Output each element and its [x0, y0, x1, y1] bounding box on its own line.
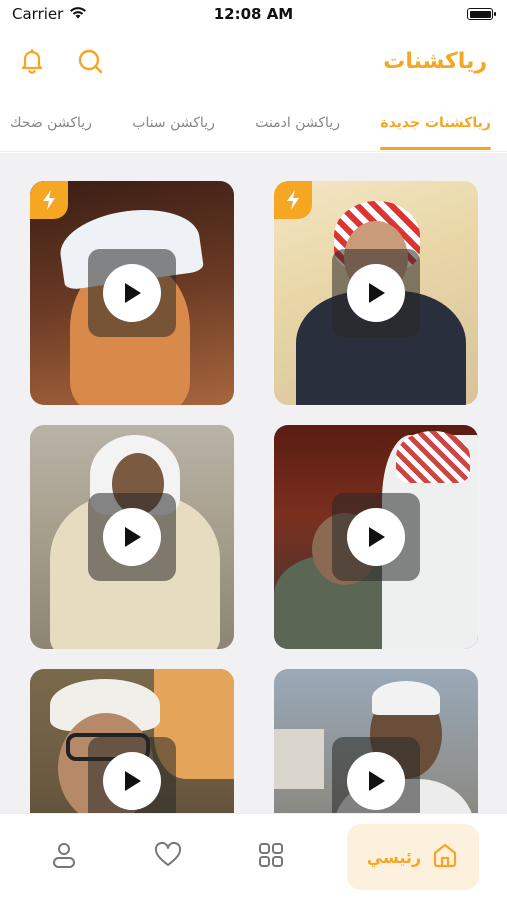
flash-icon	[30, 181, 68, 219]
grid-icon	[258, 842, 284, 872]
bottom-nav: رئيسي	[0, 813, 507, 900]
tab-laugh-reactions[interactable]: رياكشن ضحك	[10, 100, 92, 146]
play-overlay[interactable]	[88, 737, 176, 813]
carrier-label: Carrier	[12, 5, 64, 23]
thumbnail-headdress	[372, 681, 440, 715]
nav-profile[interactable]	[36, 829, 92, 885]
play-overlay[interactable]	[88, 493, 176, 581]
video-card[interactable]	[30, 181, 234, 405]
video-card[interactable]	[274, 181, 478, 405]
video-grid	[0, 153, 507, 813]
search-icon[interactable]	[74, 45, 106, 77]
flash-icon	[274, 181, 312, 219]
play-icon[interactable]	[103, 264, 161, 322]
tab-addicted-reactions[interactable]: رياكشن ادمنت	[255, 100, 340, 146]
tab-new-reactions[interactable]: رياكشنات جديدة	[380, 100, 491, 150]
header-actions	[16, 45, 106, 77]
bell-icon[interactable]	[16, 45, 48, 77]
nav-favorites[interactable]	[140, 829, 196, 885]
status-left: Carrier	[12, 5, 87, 23]
status-bar: Carrier 12:08 AM	[0, 0, 507, 28]
thumbnail-background	[274, 729, 324, 789]
heart-icon	[154, 841, 182, 872]
play-overlay[interactable]	[332, 737, 420, 813]
play-icon[interactable]	[103, 508, 161, 566]
wifi-icon	[69, 5, 87, 23]
app-header: رياكشنات	[0, 30, 507, 92]
page-title: رياكشنات	[383, 48, 487, 74]
home-icon	[431, 841, 459, 873]
nav-home[interactable]: رئيسي	[346, 824, 479, 890]
play-overlay[interactable]	[332, 249, 420, 337]
battery-icon	[467, 8, 496, 20]
thumbnail-headdress	[396, 431, 470, 483]
video-card[interactable]	[274, 425, 478, 649]
video-card[interactable]	[274, 669, 478, 813]
play-icon[interactable]	[347, 752, 405, 810]
play-overlay[interactable]	[332, 493, 420, 581]
tab-snap-reactions[interactable]: رياكشن سناب	[132, 100, 215, 146]
play-icon[interactable]	[347, 508, 405, 566]
play-icon[interactable]	[103, 752, 161, 810]
play-overlay[interactable]	[88, 249, 176, 337]
video-card[interactable]	[30, 669, 234, 813]
video-card[interactable]	[30, 425, 234, 649]
nav-home-label: رئيسي	[366, 847, 422, 867]
user-icon	[51, 841, 77, 873]
nav-categories[interactable]	[243, 829, 299, 885]
category-tabs: رياكشنات جديدة رياكشن ادمنت رياكشن سناب …	[0, 100, 507, 152]
play-icon[interactable]	[347, 264, 405, 322]
